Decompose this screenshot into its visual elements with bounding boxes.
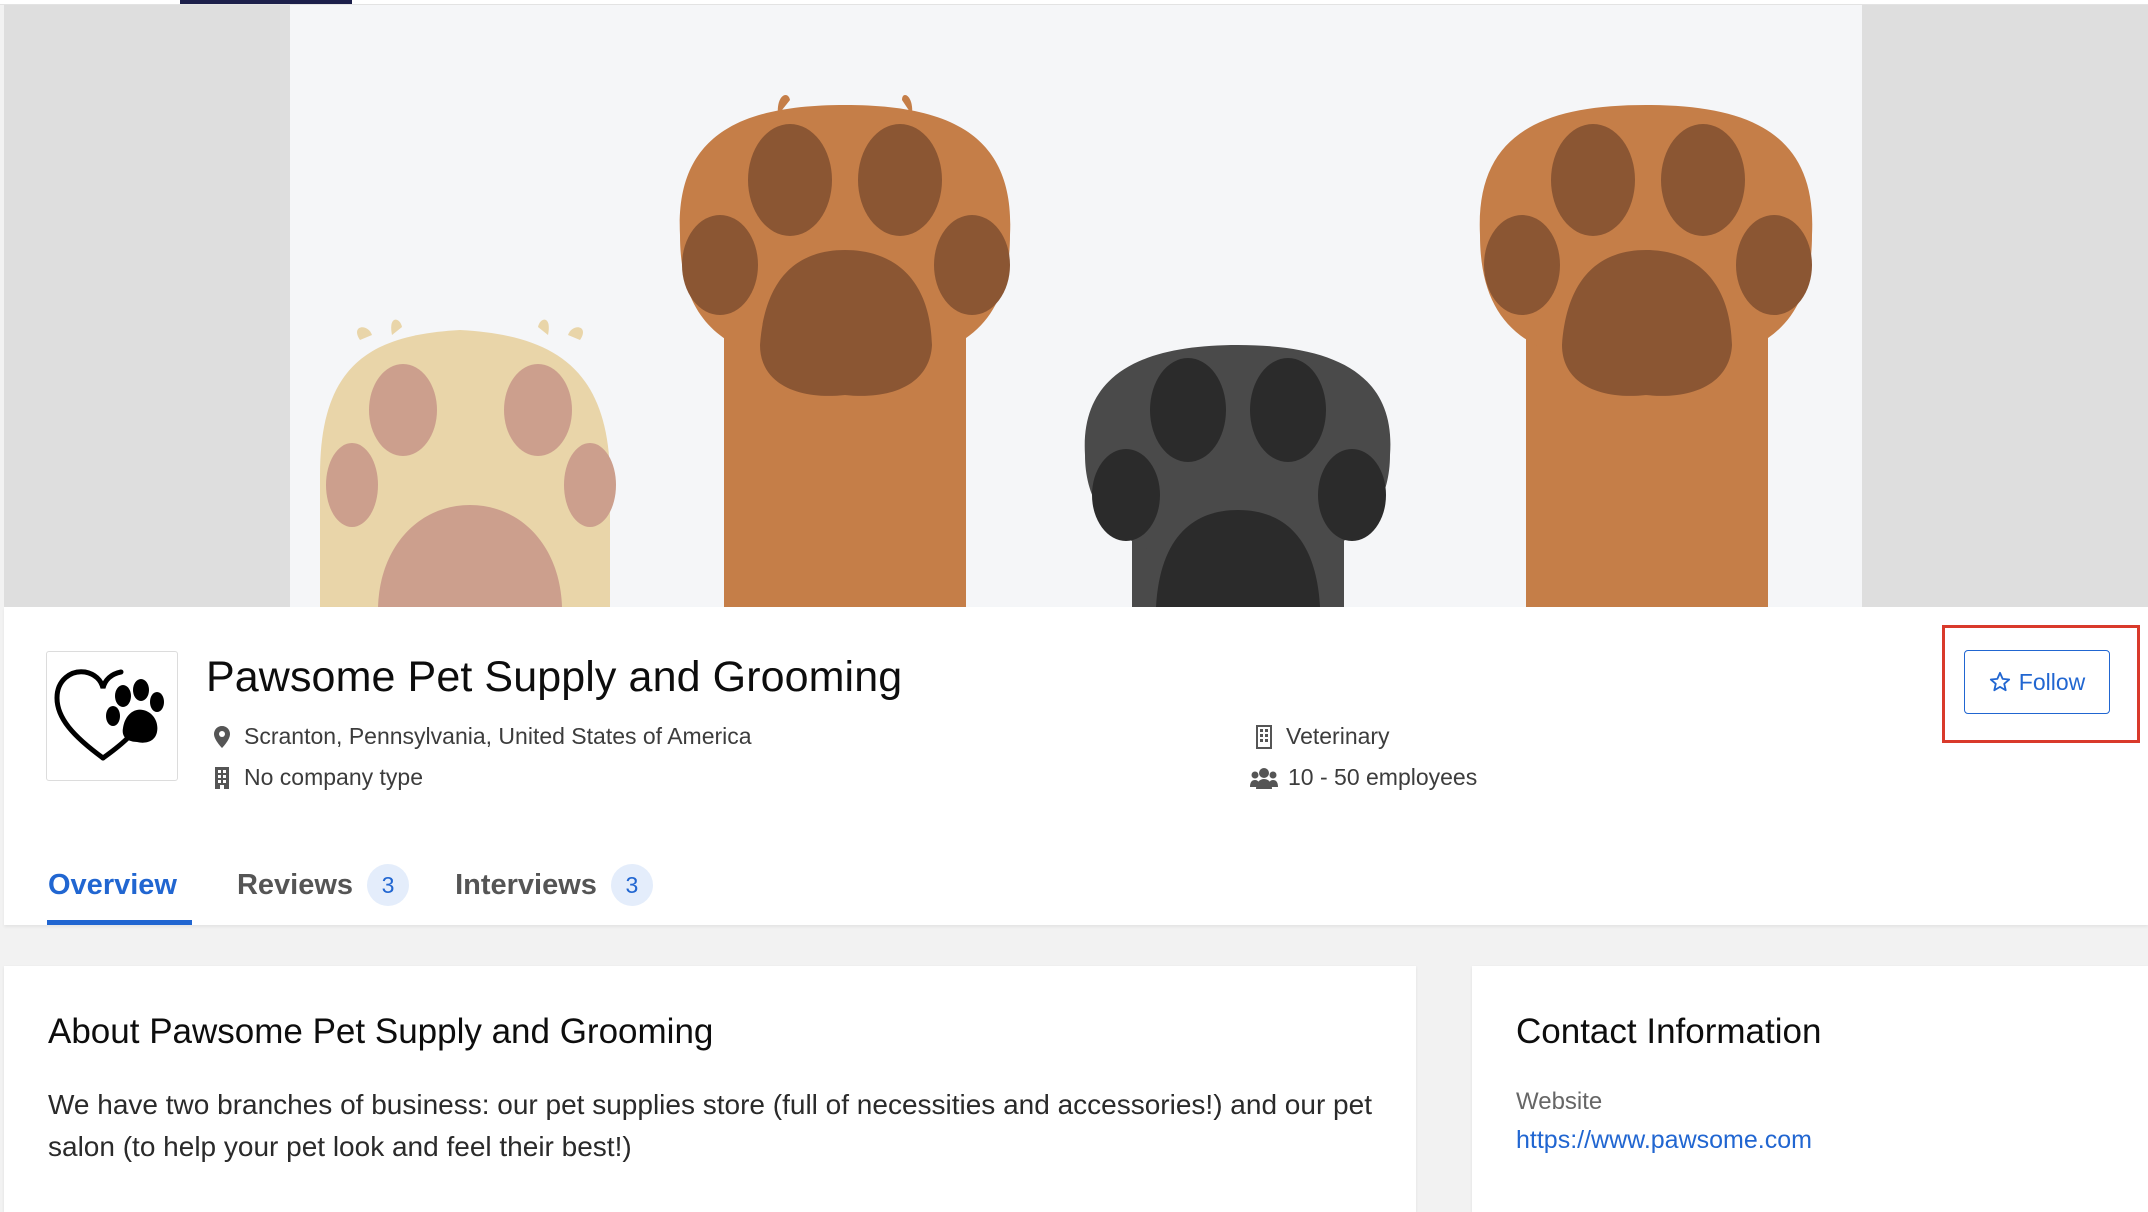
tab-reviews[interactable]: Reviews 3 (236, 845, 410, 925)
tab-overview-label: Overview (48, 868, 177, 901)
cover-banner (4, 5, 2148, 607)
building-icon (1252, 724, 1276, 749)
about-title: About Pawsome Pet Supply and Grooming (48, 1012, 714, 1051)
star-icon (1989, 671, 2011, 693)
tab-reviews-label: Reviews (236, 868, 354, 901)
orange-paw-left (679, 95, 1011, 607)
contact-card: Contact Information Website https://www.… (1472, 966, 2148, 1212)
company-type-text: No company type (244, 764, 423, 790)
website-link[interactable]: https://www.pawsome.com (1516, 1126, 1812, 1155)
tab-interviews[interactable]: Interviews 3 (454, 845, 654, 925)
active-nav-indicator (180, 0, 352, 4)
orange-paw-right (1479, 105, 1813, 607)
tab-reviews-count: 3 (367, 864, 410, 906)
about-card: About Pawsome Pet Supply and Grooming We… (4, 966, 1416, 1212)
company-logo (46, 651, 178, 781)
tab-interviews-count: 3 (610, 864, 653, 906)
contact-title: Contact Information (1516, 1012, 1822, 1051)
gray-paw (1084, 345, 1391, 607)
website-label: Website (1516, 1088, 1603, 1115)
company-industry: Veterinary (1252, 723, 1390, 750)
company-type: No company type (210, 764, 423, 791)
map-pin-icon (210, 725, 234, 749)
about-text: We have two branches of business: our pe… (48, 1089, 1372, 1162)
tab-interviews-label: Interviews (455, 868, 597, 901)
company-header: Pawsome Pet Supply and Grooming Scranton… (4, 607, 2148, 925)
company-location: Scranton, Pennsylvania, United States of… (210, 723, 752, 750)
cream-paw (320, 319, 616, 607)
follow-button[interactable]: Follow (1964, 650, 2110, 714)
company-location-text: Scranton, Pennsylvania, United States of… (244, 723, 752, 749)
company-name: Pawsome Pet Supply and Grooming (206, 653, 903, 701)
paws-illustration (320, 95, 1813, 607)
heart-paw-logo-icon (54, 669, 164, 761)
cover-image (290, 5, 1862, 607)
company-tabs: Overview Reviews 3 Interviews 3 (47, 845, 654, 925)
users-icon (1250, 766, 1278, 790)
follow-button-label: Follow (2018, 668, 2086, 695)
company-size: 10 - 50 employees (1250, 764, 1477, 791)
tab-overview[interactable]: Overview (47, 845, 192, 925)
building-icon (210, 766, 234, 790)
company-industry-text: Veterinary (1286, 723, 1390, 749)
company-size-text: 10 - 50 employees (1288, 764, 1478, 790)
